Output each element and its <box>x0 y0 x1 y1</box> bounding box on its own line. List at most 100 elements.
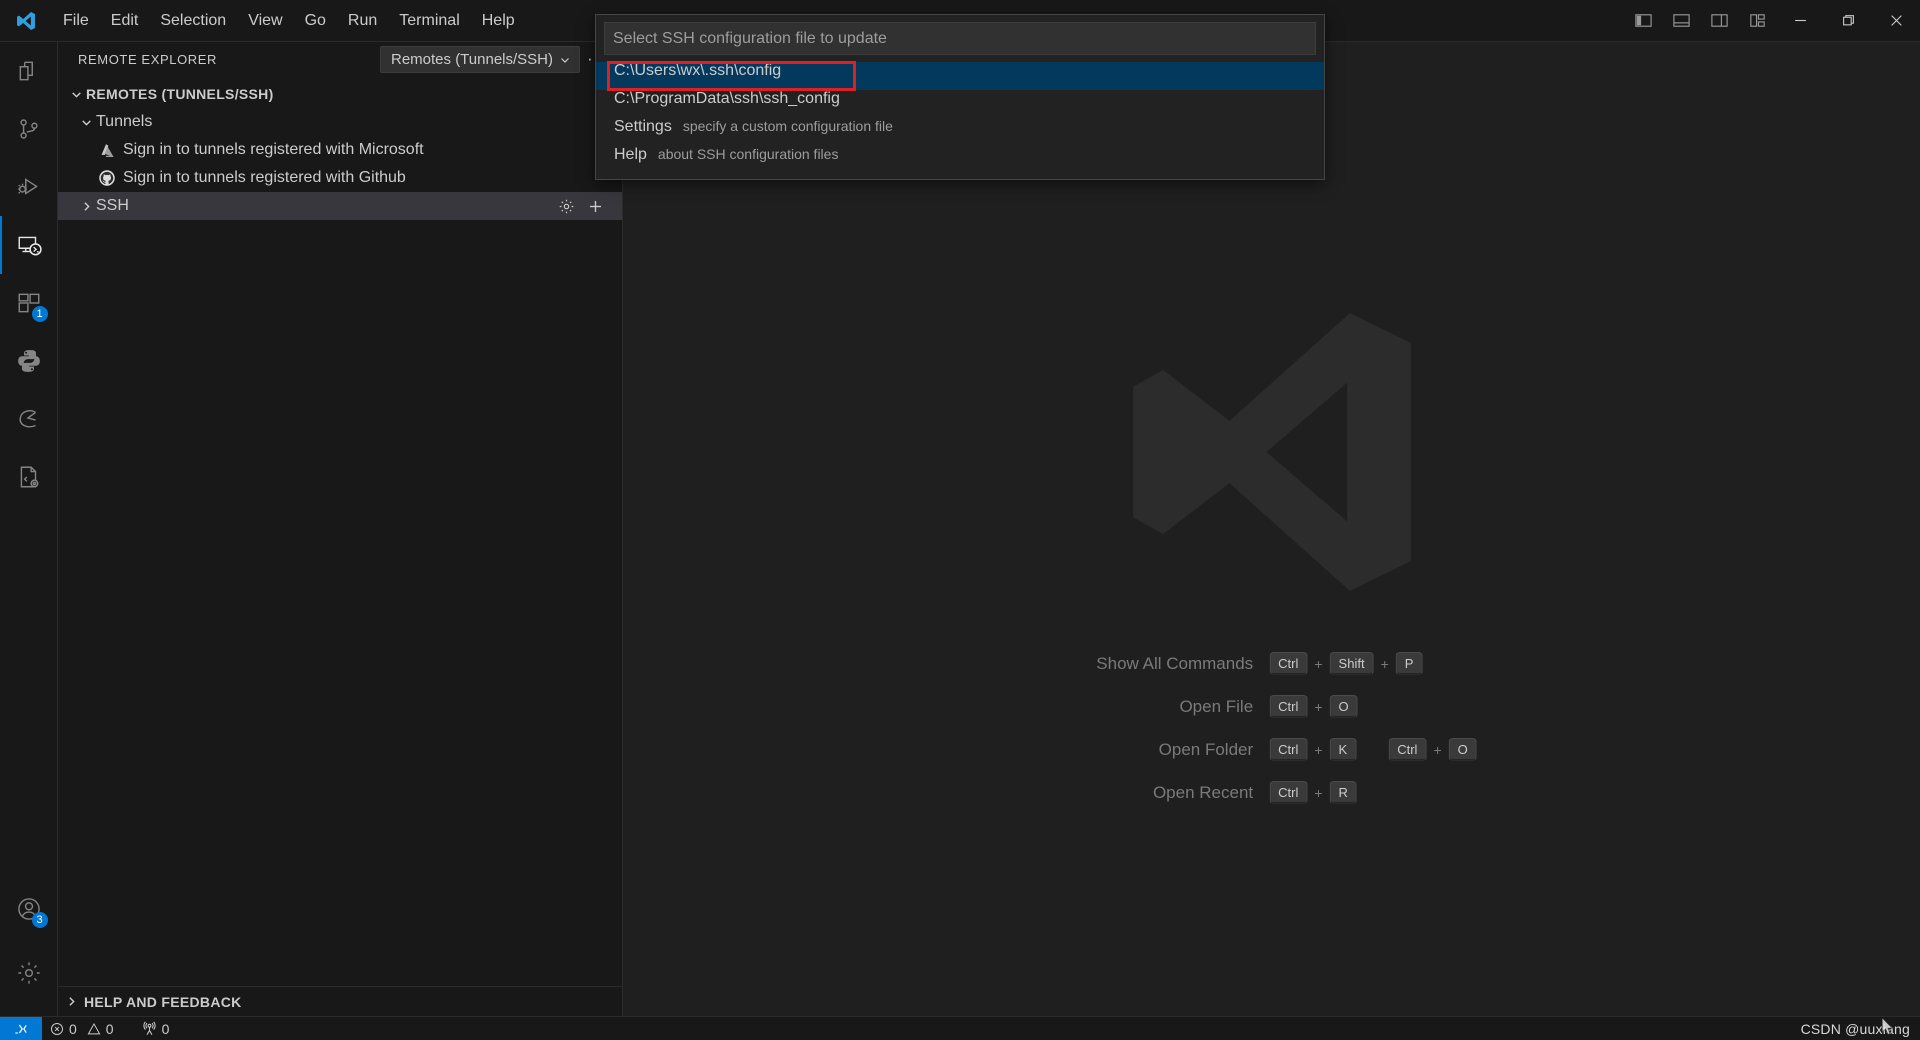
menu-item-edit[interactable]: Edit <box>100 0 150 42</box>
remote-explorer-sidebar: REMOTE EXPLORER Remotes (Tunnels/SSH) ··… <box>58 42 623 1016</box>
key-cap: Ctrl <box>1269 781 1308 804</box>
quick-pick-item-label: Settings <box>614 118 672 135</box>
source-control-icon[interactable] <box>0 100 58 158</box>
key-cap: O <box>1448 738 1477 761</box>
explorer-icon[interactable] <box>0 42 58 100</box>
key-cap: Ctrl <box>1269 695 1308 718</box>
watermark-keys: Ctrl + K Ctrl + O <box>1269 738 1477 761</box>
window-close-button[interactable] <box>1872 0 1920 42</box>
watermark-label: Open Recent <box>1152 782 1254 802</box>
menu-item-go[interactable]: Go <box>294 0 337 42</box>
activity-bar: 1 3 <box>0 42 58 1016</box>
watermark-label: Open File <box>1179 696 1254 716</box>
vscode-window: File Edit Selection View Go Run Terminal… <box>0 0 1920 1040</box>
key-cap: Shift <box>1329 652 1374 675</box>
toggle-primary-sidebar-icon[interactable] <box>1624 0 1662 42</box>
testing-config-icon[interactable] <box>0 448 58 506</box>
accounts-icon[interactable]: 3 <box>0 880 58 938</box>
editor-watermark: Show All Commands Ctrl + Shift + P Open … <box>1049 652 1477 804</box>
menu-item-run[interactable]: Run <box>337 0 388 42</box>
watermark-keys: Ctrl + O <box>1269 695 1358 718</box>
manage-settings-gear-icon[interactable] <box>0 944 58 1002</box>
watermark-label: Show All Commands <box>1096 653 1254 673</box>
error-count: 0 <box>69 1020 77 1037</box>
plus-icon[interactable] <box>587 198 604 215</box>
warning-triangle-icon <box>87 1022 101 1036</box>
csdn-watermark-text: CSDN @uuxiang <box>1800 1020 1910 1037</box>
key-cap: P <box>1395 652 1423 675</box>
remote-explorer-icon[interactable] <box>0 216 58 274</box>
quick-pick-item-user-config[interactable]: C:\Users\wx\.ssh\config <box>596 61 1324 91</box>
tree-row[interactable]: Tunnels <box>58 108 622 136</box>
key-plus: + <box>1314 741 1323 758</box>
tree-row[interactable]: Sign in to tunnels registered with Micro… <box>58 136 622 164</box>
quick-pick-input[interactable]: Select SSH configuration file to update <box>604 22 1316 55</box>
key-plus: + <box>1380 655 1389 672</box>
tree-row[interactable]: Sign in to tunnels registered with Githu… <box>58 164 622 192</box>
chevron-right-icon <box>58 995 84 1008</box>
window-minimize-button[interactable] <box>1776 0 1824 42</box>
gear-icon[interactable] <box>558 198 575 215</box>
tree-row-label: REMOTES (TUNNELS/SSH) <box>86 86 274 102</box>
editor-area: Show All Commands Ctrl + Shift + P Open … <box>623 42 1920 1016</box>
menu-item-terminal[interactable]: Terminal <box>388 0 470 42</box>
warning-count: 0 <box>105 1020 114 1037</box>
extensions-icon[interactable]: 1 <box>0 274 58 332</box>
toggle-panel-icon[interactable] <box>1662 0 1700 42</box>
ports-count: 0 <box>161 1020 170 1037</box>
toggle-secondary-sidebar-icon[interactable] <box>1700 0 1738 42</box>
quick-pick-item-settings[interactable]: Settings specify a custom configuration … <box>596 118 1324 146</box>
github-icon <box>96 169 118 187</box>
remote-host-indicator[interactable] <box>0 1016 42 1040</box>
menu-item-selection[interactable]: Selection <box>149 0 237 42</box>
menu-item-file[interactable]: File <box>52 0 100 42</box>
vscode-logo-icon <box>0 10 52 32</box>
tree-row-label: Tunnels <box>96 113 153 130</box>
quick-pick-item-help[interactable]: Help about SSH configuration files <box>596 146 1324 174</box>
watermark-row: Open Folder Ctrl + K Ctrl + O <box>1049 738 1477 761</box>
key-cap: K <box>1329 738 1357 761</box>
watermark-keys: Ctrl + R <box>1269 781 1357 804</box>
azure-icon <box>96 142 118 159</box>
python-icon[interactable] <box>0 332 58 390</box>
quick-pick-list: C:\Users\wx\.ssh\config C:\ProgramData\s… <box>596 61 1324 179</box>
key-cap: Ctrl <box>1269 738 1308 761</box>
tree-row-label: Sign in to tunnels registered with Githu… <box>123 169 406 186</box>
quick-pick-item-label: C:\ProgramData\ssh\ssh_config <box>614 90 840 107</box>
accounts-badge: 3 <box>31 912 48 928</box>
quick-pick-item-description: about SSH configuration files <box>657 146 839 162</box>
watermark-row: Show All Commands Ctrl + Shift + P <box>1049 652 1477 675</box>
views-dropdown[interactable]: Remotes (Tunnels/SSH) <box>380 46 580 73</box>
tree-row-label: Sign in to tunnels registered with Micro… <box>123 141 424 158</box>
chevron-down-icon <box>66 88 86 101</box>
key-cap: O <box>1329 695 1358 718</box>
status-bar-problems[interactable]: 0 0 <box>42 1017 122 1040</box>
extensions-badge: 1 <box>31 306 48 322</box>
tree-row[interactable]: REMOTES (TUNNELS/SSH) <box>58 80 622 108</box>
sidebar-header: REMOTE EXPLORER Remotes (Tunnels/SSH) ··… <box>58 42 622 77</box>
quick-pick-widget: Select SSH configuration file to update … <box>595 14 1325 180</box>
menu-item-view[interactable]: View <box>237 0 293 42</box>
tree-row-label: SSH <box>96 197 129 214</box>
help-and-feedback-section[interactable]: HELP AND FEEDBACK <box>58 986 622 1016</box>
watermark-label: Open Folder <box>1158 739 1254 759</box>
anaconda-icon[interactable] <box>0 390 58 448</box>
customize-layout-icon[interactable] <box>1738 0 1776 42</box>
key-cap: Ctrl <box>1269 652 1308 675</box>
run-and-debug-icon[interactable] <box>0 158 58 216</box>
quick-pick-item-programdata-config[interactable]: C:\ProgramData\ssh\ssh_config <box>596 90 1324 118</box>
help-and-feedback-label: HELP AND FEEDBACK <box>84 993 242 1010</box>
status-bar-ports[interactable]: 0 <box>134 1017 178 1040</box>
key-plus: + <box>1314 784 1323 801</box>
menu-item-help[interactable]: Help <box>471 0 526 42</box>
key-plus: + <box>1433 741 1442 758</box>
remotes-tree: REMOTES (TUNNELS/SSH) Tunnels Sign in to… <box>58 77 622 986</box>
tree-row-actions <box>558 198 614 215</box>
window-maximize-button[interactable] <box>1824 0 1872 42</box>
tree-row-ssh[interactable]: SSH <box>58 192 622 220</box>
key-cap: Ctrl <box>1388 738 1427 761</box>
status-bar: 0 0 0 CSDN @uuxiang <box>0 1016 1920 1040</box>
quick-pick-placeholder: Select SSH configuration file to update <box>613 29 887 47</box>
chevron-down-icon <box>559 54 571 66</box>
quick-pick-item-description: specify a custom configuration file <box>682 118 893 134</box>
